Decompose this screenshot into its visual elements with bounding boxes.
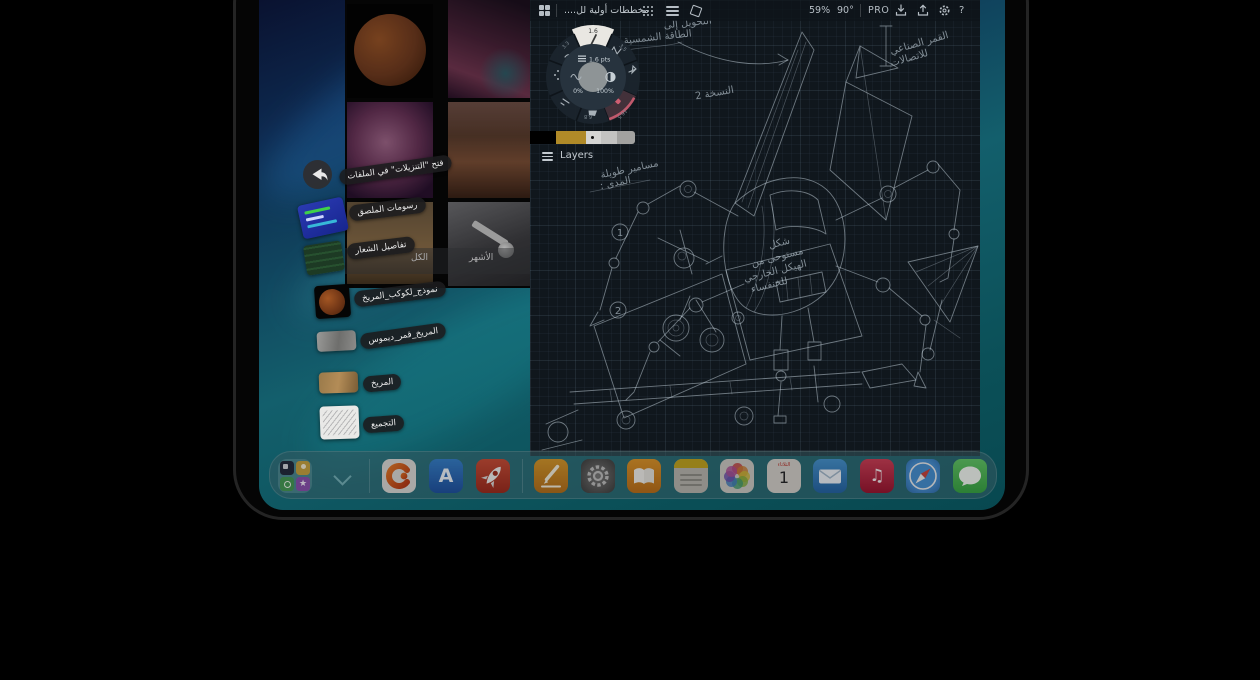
layers-label: Layers (560, 150, 593, 161)
dock-app-mail[interactable] (813, 459, 847, 493)
annotations: التحويل إلى الطاقة الشمسية النسخة 2 القم… (599, 20, 950, 295)
calendar-day: 1 (767, 468, 801, 487)
dock: ★ A (269, 451, 997, 499)
robot-sketch-main (590, 32, 960, 423)
dock-divider (369, 459, 370, 493)
gallery-icon[interactable] (539, 5, 550, 16)
info-mini-icon (280, 477, 294, 491)
star-mini-icon: ★ (296, 477, 310, 491)
pen-icon (534, 459, 568, 493)
camera-mini-icon (280, 461, 294, 475)
shape-guide-icon[interactable] (690, 5, 703, 18)
stacked-rows-icon[interactable] (666, 6, 679, 18)
share-icon[interactable] (917, 4, 929, 17)
swatch-black[interactable] (530, 131, 556, 144)
toolbar-divider (860, 4, 861, 17)
envelope-icon (813, 459, 847, 493)
concepts-c-icon (382, 459, 416, 493)
photo-orion-nebula[interactable] (347, 102, 433, 198)
help-button[interactable]: ? (959, 5, 964, 16)
dock-widget-folder[interactable]: ★ (278, 459, 312, 493)
objects-grid-icon[interactable] (643, 6, 645, 8)
rotation-value[interactable]: 90° (837, 5, 854, 16)
layers-icon (542, 152, 553, 163)
dock-app-music[interactable]: ♫ (860, 459, 894, 493)
screenshot-stage: الكل الأشهر (0, 0, 1260, 680)
photo-mars-globe[interactable] (347, 4, 433, 98)
dock-app-messages[interactable] (953, 459, 987, 493)
dock-app-settings[interactable] (581, 459, 615, 493)
dock-app-notes[interactable] (674, 459, 708, 493)
notes-yellow-strip (674, 459, 708, 468)
dock-app-rocket[interactable] (476, 459, 510, 493)
ipad-screen: الكل الأشهر (259, 0, 1005, 510)
annotation-version: النسخة 2 (694, 85, 734, 103)
swatch-mid-gray[interactable] (601, 131, 617, 144)
settings-gear-icon[interactable] (938, 4, 951, 17)
chevron-down-icon[interactable] (333, 467, 351, 485)
gear-icon (581, 459, 615, 493)
open-book-icon (627, 459, 661, 493)
dock-app-photos[interactable] (720, 459, 754, 493)
mars-globe-image (354, 14, 426, 86)
photo-horsehead-nebula[interactable] (448, 0, 530, 98)
selected-swatch-dot (591, 136, 594, 139)
photos-window: الكل الأشهر (345, 0, 530, 288)
rocket-icon (476, 459, 510, 493)
document-title[interactable]: مخططات أولية لل.... (564, 5, 649, 16)
tool-wheel[interactable]: 3.3 3.5 16.5 6.8 1.6 1.6 pts 0% 100% (541, 25, 645, 129)
swatch-gold[interactable] (556, 131, 586, 144)
dock-app-concepts[interactable] (382, 459, 416, 493)
concepts-toolbar: مخططات أولية لل.... 59% 90° PRO ? (530, 0, 980, 21)
photos-tab-bar: الكل الأشهر (345, 248, 530, 274)
photo-mars-dunes[interactable] (448, 102, 530, 198)
dock-divider (522, 459, 523, 493)
circled-number-2: 2 (615, 306, 621, 317)
pro-badge[interactable]: PRO (868, 5, 889, 16)
import-icon[interactable] (895, 4, 907, 17)
dock-app-appstore[interactable]: A (429, 459, 463, 493)
circled-number-1: 1 (617, 228, 623, 239)
concepts-window[interactable]: 1 2 (530, 0, 980, 456)
toolbar-divider (556, 4, 557, 17)
dock-app-calendar[interactable]: الثلاثاء 1 (767, 459, 801, 493)
speech-bubble-icon (953, 459, 987, 493)
photos-tab-months[interactable]: الأشهر (469, 253, 493, 263)
compass-icon (906, 459, 940, 493)
lightbulb-mini-icon (296, 461, 310, 475)
opacity-max-label: 100% (596, 88, 614, 95)
photos-tab-all[interactable]: الكل (411, 253, 428, 263)
zoom-level[interactable]: 59% (809, 5, 830, 16)
selected-size-label: 1.6 (588, 28, 598, 35)
dock-app-books[interactable] (627, 459, 661, 493)
dock-app-safari[interactable] (906, 459, 940, 493)
dock-app-drawing[interactable] (534, 459, 568, 493)
swatch-gray[interactable] (617, 131, 635, 144)
opacity-min-label: 0% (573, 88, 583, 95)
segment-size-bottom: 6.8 (584, 113, 592, 119)
